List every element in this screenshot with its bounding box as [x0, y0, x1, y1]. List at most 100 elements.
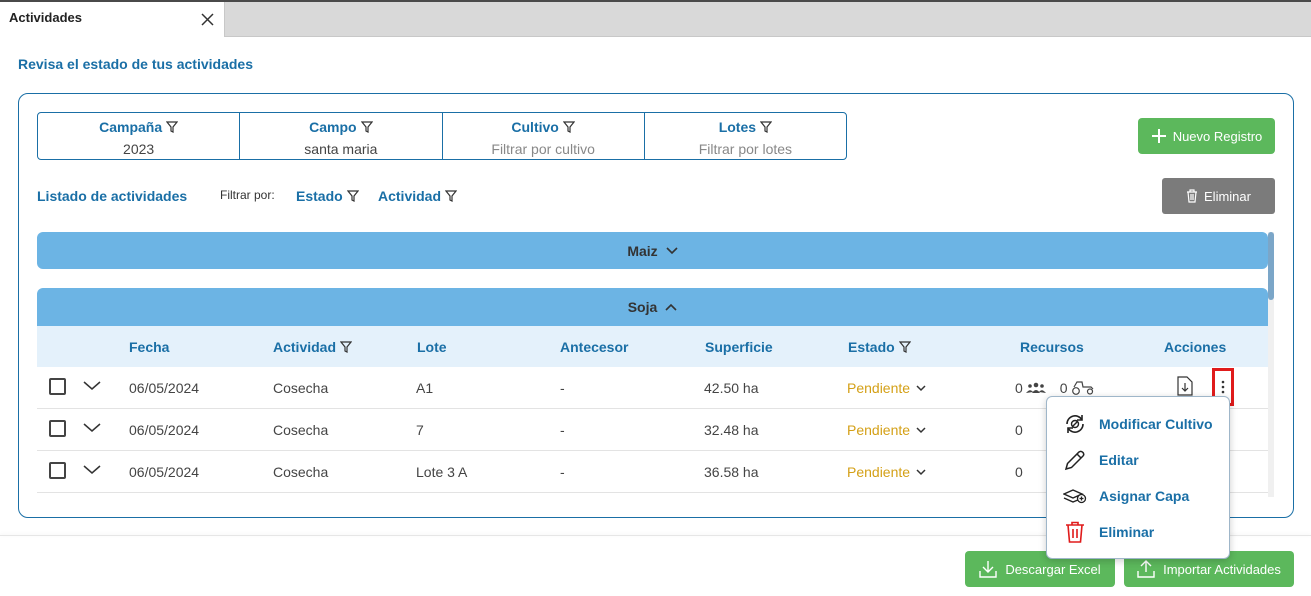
chevron-down-icon[interactable]: [83, 463, 101, 477]
chevron-down-icon: [916, 468, 926, 475]
cell-antecesor: -: [560, 464, 565, 480]
plus-icon: [1151, 129, 1166, 143]
people-icon: [1025, 382, 1046, 393]
funnel-icon: [898, 341, 911, 353]
filter-cultivo[interactable]: Cultivo Filtrar por cultivo: [443, 113, 645, 159]
resources: 0 0: [1015, 380, 1095, 396]
cell-fecha: 06/05/2024: [129, 464, 200, 480]
pencil-icon: [1064, 450, 1085, 471]
filter-label: Cultivo: [511, 119, 559, 135]
status-dropdown[interactable]: Pendiente: [847, 380, 926, 396]
tab-actividades[interactable]: Actividades: [0, 2, 225, 37]
filter-by-label: Filtrar por:: [220, 188, 275, 202]
filter-label: Campo: [309, 119, 357, 135]
people-count: 0: [1015, 422, 1023, 438]
cell-lote: 7: [416, 422, 424, 438]
funnel-icon: [760, 121, 773, 133]
resources: 0: [1015, 464, 1023, 480]
modify-crop-icon: [1066, 415, 1084, 433]
import-label: Importar Actividades: [1163, 561, 1281, 577]
people-count: 0: [1015, 380, 1023, 396]
trash-icon: [1066, 521, 1084, 543]
cell-actividad: Cosecha: [273, 422, 329, 438]
header-actividad[interactable]: Actividad: [273, 339, 353, 355]
funnel-icon: [360, 121, 373, 133]
header-estado[interactable]: Estado: [848, 339, 911, 355]
menu-item-edit[interactable]: Editar: [1063, 447, 1139, 473]
download-excel-label: Descargar Excel: [1005, 561, 1101, 577]
header-lote: Lote: [417, 339, 447, 355]
status-label: Pendiente: [847, 464, 911, 480]
filter-estado-label: Estado: [296, 188, 343, 204]
filter-estado[interactable]: Estado: [296, 188, 359, 204]
funnel-icon: [346, 190, 359, 202]
menu-item-modify-crop[interactable]: Modificar Cultivo: [1063, 411, 1213, 437]
funnel-icon: [340, 341, 353, 353]
layers-add-icon: [1063, 489, 1087, 504]
chevron-down-icon[interactable]: [83, 379, 101, 393]
download-doc-icon[interactable]: [1177, 376, 1193, 396]
trash-icon: [1187, 189, 1198, 203]
cell-superficie: 42.50 ha: [704, 380, 759, 396]
resources: 0: [1015, 422, 1023, 438]
menu-item-label: Eliminar: [1099, 524, 1155, 540]
page-subtitle: Revisa el estado de tus actividades: [18, 56, 253, 72]
filter-actividad-label: Actividad: [378, 188, 442, 204]
header-antecesor: Antecesor: [560, 339, 629, 355]
row-checkbox[interactable]: [49, 462, 66, 479]
tab-title: Actividades: [9, 10, 82, 25]
cell-superficie: 36.58 ha: [704, 464, 759, 480]
people-count: 0: [1015, 464, 1023, 480]
group-soja[interactable]: Soja: [37, 288, 1268, 326]
cell-fecha: 06/05/2024: [129, 422, 200, 438]
funnel-icon: [445, 190, 458, 202]
filter-value: santa maria: [304, 141, 378, 157]
chevron-up-icon: [665, 303, 677, 311]
actions-menu: Modificar Cultivo Editar Asignar Capa El…: [1046, 396, 1230, 559]
table-header: Fecha Actividad Lote Antecesor Superfici…: [37, 326, 1268, 367]
filter-actividad[interactable]: Actividad: [378, 188, 458, 204]
status-dropdown[interactable]: Pendiente: [847, 422, 926, 438]
filter-campana[interactable]: Campaña 2023: [38, 113, 241, 159]
group-maiz[interactable]: Maiz: [37, 232, 1268, 269]
filter-bar: Campaña 2023 Campo santa maria Cultivo F…: [37, 112, 847, 160]
filter-placeholder: Filtrar por cultivo: [491, 141, 595, 157]
status-dropdown[interactable]: Pendiente: [847, 464, 926, 480]
group-name: Soja: [627, 299, 658, 315]
chevron-down-icon: [916, 384, 926, 391]
menu-item-delete[interactable]: Eliminar: [1063, 519, 1154, 545]
cell-superficie: 32.48 ha: [704, 422, 759, 438]
download-icon: [979, 561, 998, 578]
group-name: Maiz: [627, 242, 658, 259]
delete-label: Eliminar: [1204, 188, 1251, 204]
filter-campo[interactable]: Campo santa maria: [240, 113, 443, 159]
menu-item-assign-layer[interactable]: Asignar Capa: [1063, 483, 1189, 509]
chevron-down-icon: [916, 426, 926, 433]
delete-button[interactable]: Eliminar: [1162, 178, 1275, 214]
chevron-down-icon[interactable]: [83, 421, 101, 435]
filter-lotes[interactable]: Lotes Filtrar por lotes: [645, 113, 846, 159]
menu-item-label: Modificar Cultivo: [1099, 416, 1213, 432]
upload-icon: [1137, 560, 1155, 578]
scrollbar-thumb[interactable]: [1268, 232, 1274, 300]
new-record-button[interactable]: Nuevo Registro: [1138, 118, 1275, 154]
row-checkbox[interactable]: [49, 420, 66, 437]
cell-actividad: Cosecha: [273, 464, 329, 480]
header-estado-label: Estado: [848, 339, 895, 355]
new-record-label: Nuevo Registro: [1172, 128, 1263, 144]
row-checkbox[interactable]: [49, 378, 66, 395]
header-fecha[interactable]: Fecha: [129, 339, 169, 355]
cell-lote: A1: [416, 380, 434, 396]
header-acciones: Acciones: [1164, 339, 1227, 355]
cell-antecesor: -: [560, 422, 565, 438]
header-actividad-label: Actividad: [273, 339, 337, 355]
header-recursos: Recursos: [1020, 339, 1084, 355]
status-label: Pendiente: [847, 422, 911, 438]
close-icon[interactable]: [200, 12, 215, 27]
filter-label: Lotes: [718, 119, 757, 135]
filter-label: Campaña: [99, 119, 163, 135]
header-superficie: Superficie: [705, 339, 773, 355]
chevron-down-icon: [666, 246, 678, 254]
funnel-icon: [166, 121, 179, 133]
funnel-icon: [562, 121, 575, 133]
